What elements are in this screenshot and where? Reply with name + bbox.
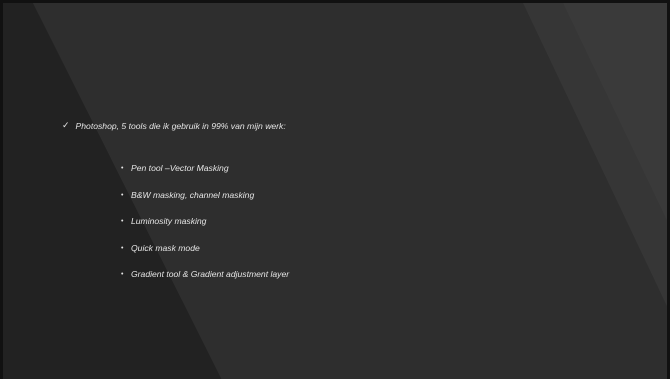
slide: ✓ Photoshop, 5 tools die ik gebruik in 9…: [0, 0, 670, 379]
list-item: • Luminosity masking: [121, 216, 289, 243]
bullet-icon: •: [121, 244, 124, 252]
list-item-text: Luminosity masking: [131, 216, 207, 226]
bullet-icon: •: [121, 271, 124, 278]
list-item-text: Pen tool –Vector Masking: [131, 163, 229, 173]
list-item: • Pen tool –Vector Masking: [121, 163, 289, 190]
bullet-list: • Pen tool –Vector Masking • B&W masking…: [121, 163, 289, 296]
bullet-icon: •: [121, 191, 124, 199]
list-item-text: B&W masking, channel masking: [131, 189, 255, 200]
list-item: • Quick mask mode: [121, 243, 289, 270]
headline-text: Photoshop, 5 tools die ik gebruik in 99%…: [75, 120, 286, 131]
slide-content: ✓ Photoshop, 5 tools die ik gebruik in 9…: [3, 3, 667, 379]
checkmark-icon: ✓: [62, 120, 70, 130]
list-item-text: Quick mask mode: [131, 242, 200, 253]
list-item-text: Gradient tool & Gradient adjustment laye…: [131, 269, 290, 279]
headline: ✓ Photoshop, 5 tools die ik gebruik in 9…: [62, 120, 286, 131]
list-item: • Gradient tool & Gradient adjustment la…: [121, 269, 289, 296]
bullet-icon: •: [121, 218, 124, 225]
list-item: • B&W masking, channel masking: [121, 190, 289, 217]
bullet-icon: •: [121, 165, 124, 172]
